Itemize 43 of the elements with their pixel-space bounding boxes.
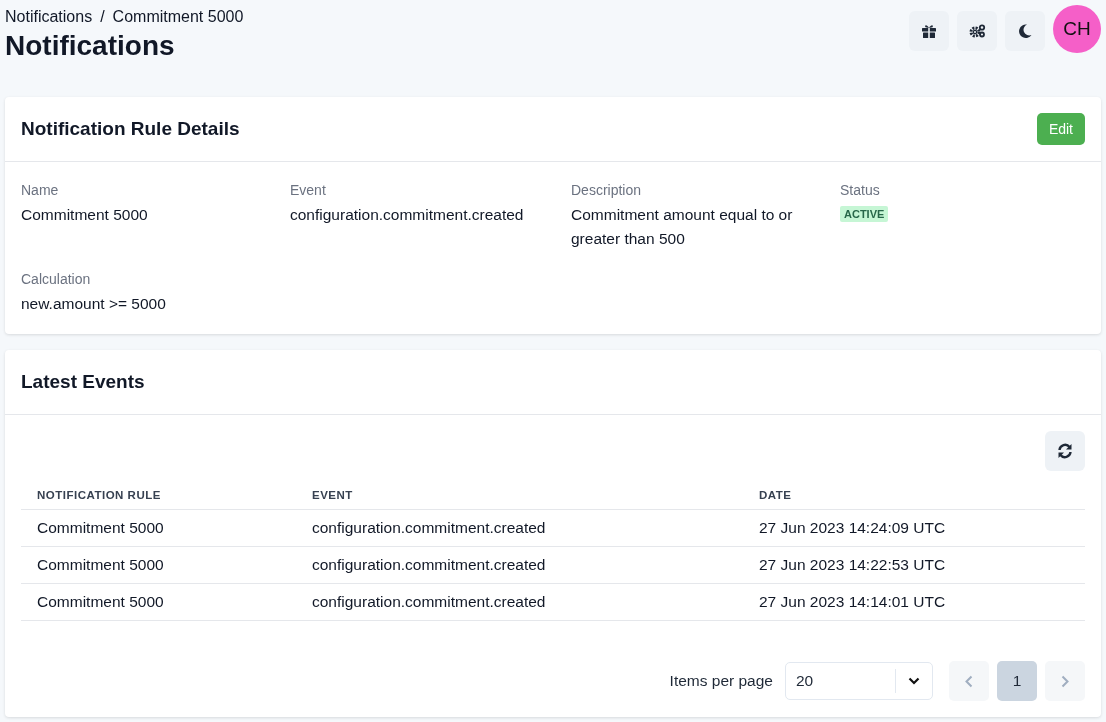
breadcrumb-separator: / bbox=[100, 8, 105, 26]
table-cell: 27 Jun 2023 14:22:53 UTC bbox=[743, 546, 1085, 584]
column-header: DATE bbox=[743, 481, 1085, 510]
chevron-left-icon bbox=[965, 674, 973, 688]
items-per-page-select[interactable]: 20 bbox=[785, 662, 933, 700]
moon-icon bbox=[1017, 22, 1033, 39]
table-cell: 27 Jun 2023 14:14:01 UTC bbox=[743, 583, 1085, 621]
table-cell: configuration.commitment.created bbox=[296, 509, 743, 547]
field-label: Name bbox=[21, 182, 60, 198]
table-cell: 27 Jun 2023 14:24:09 UTC bbox=[743, 509, 1085, 547]
page-button[interactable]: 1 bbox=[997, 661, 1037, 701]
breadcrumb-current: Commitment 5000 bbox=[112, 8, 244, 26]
refresh-button[interactable] bbox=[1045, 431, 1085, 471]
status-badge: ACTIVE bbox=[840, 206, 889, 222]
refresh-icon bbox=[1057, 443, 1073, 459]
dark-mode-button[interactable] bbox=[1005, 10, 1045, 51]
field-label: Calculation bbox=[21, 271, 92, 287]
table-cell: configuration.commitment.created bbox=[296, 583, 743, 621]
breadcrumb-link[interactable]: Notifications bbox=[5, 8, 93, 26]
table-cell: Commitment 5000 bbox=[21, 583, 296, 621]
user-avatar[interactable]: CH bbox=[1053, 5, 1101, 53]
gift-icon bbox=[921, 22, 937, 39]
field-label: Status bbox=[840, 182, 881, 198]
table-cell: configuration.commitment.created bbox=[296, 546, 743, 584]
table-cell: Commitment 5000 bbox=[21, 546, 296, 584]
chevron-down-icon bbox=[908, 677, 920, 685]
field-label: Description bbox=[571, 182, 643, 198]
chevron-right-icon bbox=[1061, 674, 1069, 688]
field-value: configuration.commitment.created bbox=[290, 205, 525, 225]
field-value: Commitment 5000 bbox=[21, 205, 149, 225]
card-title: Latest Events bbox=[21, 371, 145, 393]
settings-button[interactable] bbox=[957, 10, 997, 51]
page-title: Notifications bbox=[5, 30, 176, 62]
column-header: EVENT bbox=[296, 481, 743, 510]
table-cell: Commitment 5000 bbox=[21, 509, 296, 547]
items-per-page-label: Items per page bbox=[669, 672, 773, 690]
gift-button[interactable] bbox=[909, 10, 949, 51]
field-label: Event bbox=[290, 182, 327, 198]
gears-icon bbox=[968, 22, 986, 39]
field-value: Commitment amount equal to or greater than 500 bbox=[571, 205, 794, 249]
card-title: Notification Rule Details bbox=[21, 118, 240, 140]
field-value: new.amount >= 5000 bbox=[21, 294, 167, 314]
column-header: NOTIFICATION RULE bbox=[21, 481, 296, 510]
